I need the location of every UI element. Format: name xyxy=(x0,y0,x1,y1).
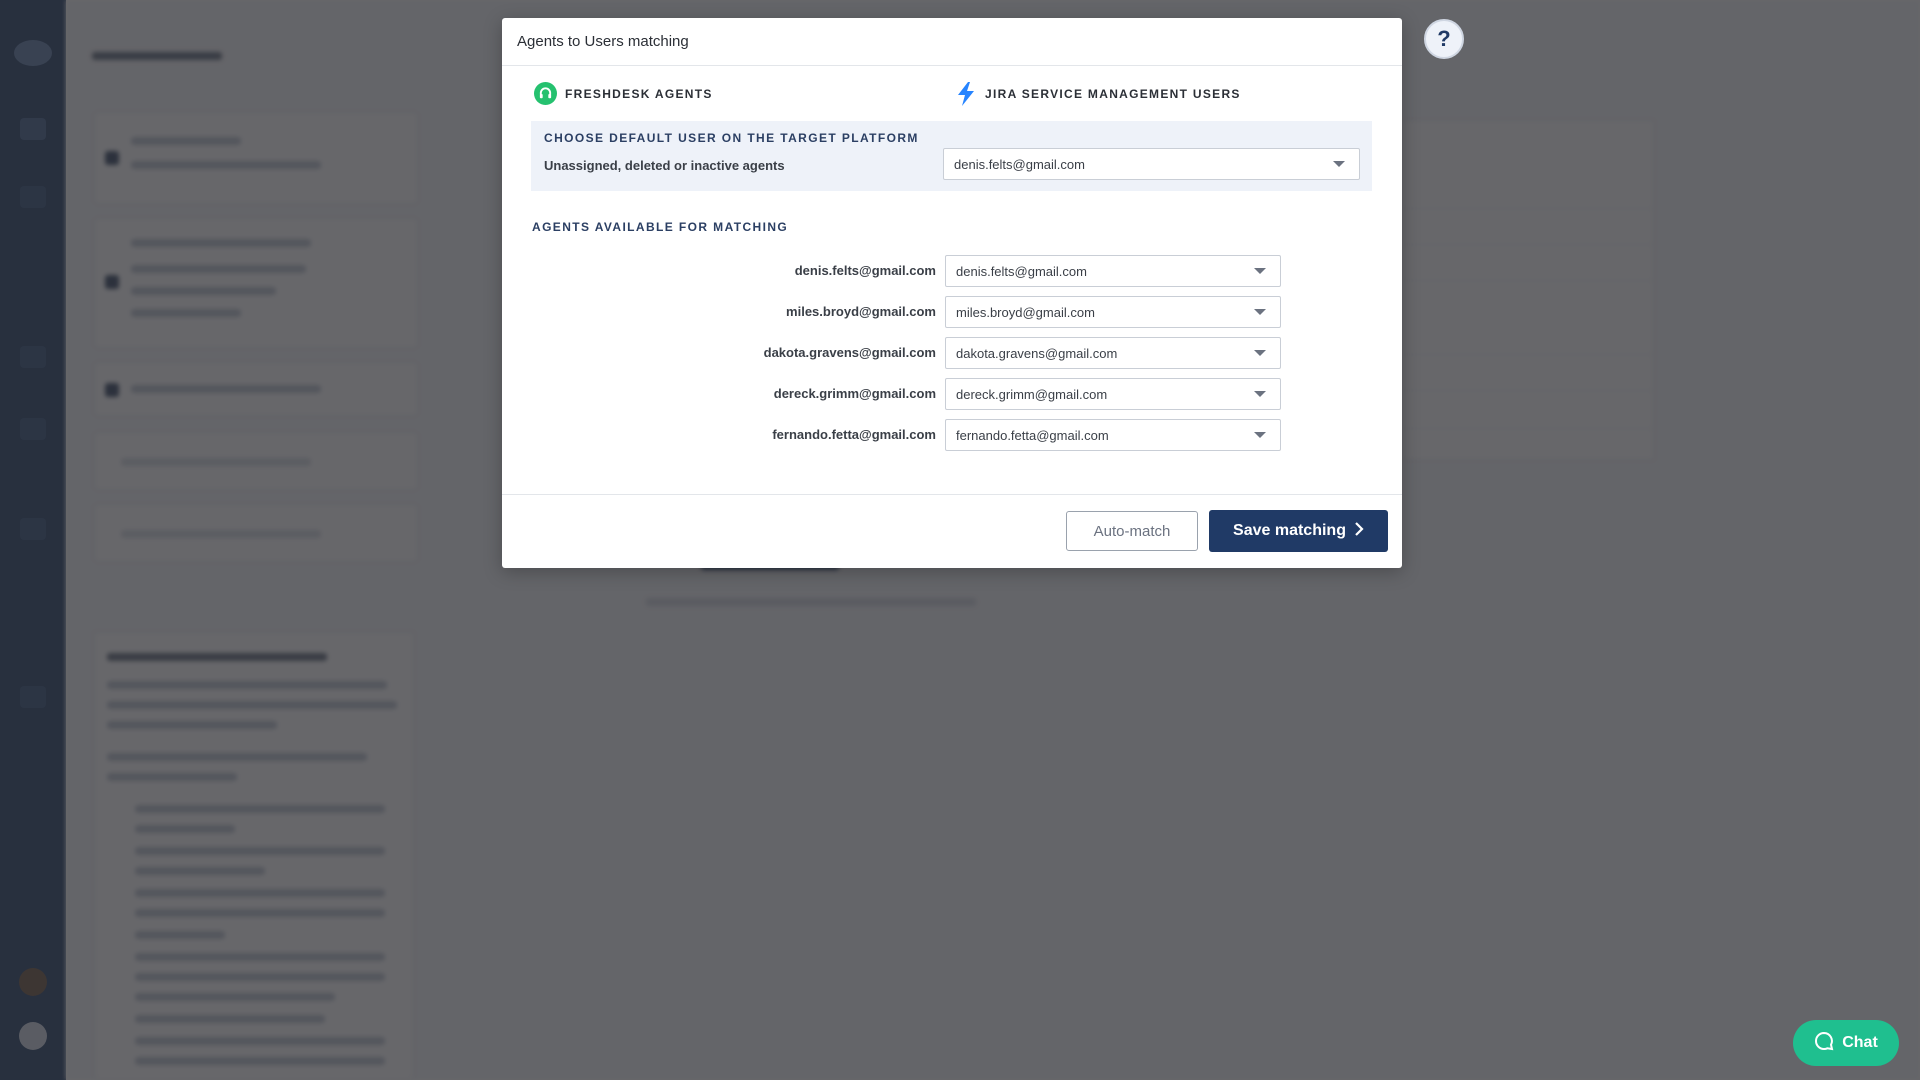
default-user-select[interactable]: denis.felts@gmail.com xyxy=(943,148,1360,180)
chevron-down-icon xyxy=(1254,268,1266,274)
chat-button[interactable]: Chat xyxy=(1793,1020,1899,1066)
source-platform-label: FRESHDESK AGENTS xyxy=(565,86,713,101)
chat-label: Chat xyxy=(1842,1034,1878,1051)
chevron-down-icon xyxy=(1254,350,1266,356)
matching-section-title: AGENTS AVAILABLE FOR MATCHING xyxy=(532,220,789,234)
agent-email: dereck.grimm@gmail.com xyxy=(773,386,936,401)
matching-row: dereck.grimm@gmail.com dereck.grimm@gmai… xyxy=(502,378,1402,410)
user-select-value: fernando.fetta@gmail.com xyxy=(956,427,1109,443)
chevron-right-icon xyxy=(1354,521,1364,541)
source-platform: FRESHDESK AGENTS xyxy=(534,82,713,105)
matching-row: dakota.gravens@gmail.com dakota.gravens@… xyxy=(502,337,1402,369)
user-select[interactable]: dereck.grimm@gmail.com xyxy=(945,378,1281,410)
modal-title: Agents to Users matching xyxy=(517,33,689,50)
modal-footer: Auto-match Save matching xyxy=(502,494,1402,568)
platform-headers: FRESHDESK AGENTS JIRA SERVICE MANAGEMENT… xyxy=(534,82,1374,112)
question-mark-icon: ? xyxy=(1437,26,1451,51)
default-user-title: CHOOSE DEFAULT USER ON THE TARGET PLATFO… xyxy=(544,131,919,145)
save-matching-label: Save matching xyxy=(1233,522,1346,539)
chevron-down-icon xyxy=(1254,432,1266,438)
agent-email: fernando.fetta@gmail.com xyxy=(772,427,936,442)
lightning-icon xyxy=(955,82,977,106)
chevron-down-icon xyxy=(1333,161,1345,167)
user-select[interactable]: miles.broyd@gmail.com xyxy=(945,296,1281,328)
chevron-down-icon xyxy=(1254,309,1266,315)
target-platform: JIRA SERVICE MANAGEMENT USERS xyxy=(955,82,1241,106)
user-select[interactable]: dakota.gravens@gmail.com xyxy=(945,337,1281,369)
agent-email: miles.broyd@gmail.com xyxy=(786,304,936,319)
user-select-value: dakota.gravens@gmail.com xyxy=(956,345,1118,361)
chat-bubble-icon xyxy=(1814,1031,1834,1056)
user-select-value: dereck.grimm@gmail.com xyxy=(956,386,1108,402)
user-select-value: denis.felts@gmail.com xyxy=(956,263,1087,279)
default-user-label: Unassigned, deleted or inactive agents xyxy=(544,158,785,173)
chevron-down-icon xyxy=(1254,391,1266,397)
default-user-section: CHOOSE DEFAULT USER ON THE TARGET PLATFO… xyxy=(531,121,1372,191)
agent-email: dakota.gravens@gmail.com xyxy=(763,345,936,360)
user-select-value: miles.broyd@gmail.com xyxy=(956,304,1095,320)
matching-row: fernando.fetta@gmail.com fernando.fetta@… xyxy=(502,419,1402,451)
agent-email: denis.felts@gmail.com xyxy=(794,263,936,278)
user-select[interactable]: fernando.fetta@gmail.com xyxy=(945,419,1281,451)
auto-match-button[interactable]: Auto-match xyxy=(1066,511,1198,551)
help-button[interactable]: ? xyxy=(1424,19,1464,59)
save-matching-button[interactable]: Save matching xyxy=(1209,510,1388,552)
headset-icon xyxy=(534,82,557,105)
matching-row: miles.broyd@gmail.com miles.broyd@gmail.… xyxy=(502,296,1402,328)
target-platform-label: JIRA SERVICE MANAGEMENT USERS xyxy=(985,87,1241,101)
default-user-value: denis.felts@gmail.com xyxy=(954,156,1085,172)
user-select[interactable]: denis.felts@gmail.com xyxy=(945,255,1281,287)
agents-matching-modal: Agents to Users matching FRESHDESK AGENT… xyxy=(502,18,1402,568)
modal-header: Agents to Users matching xyxy=(502,18,1402,66)
matching-row: denis.felts@gmail.com denis.felts@gmail.… xyxy=(502,255,1402,287)
